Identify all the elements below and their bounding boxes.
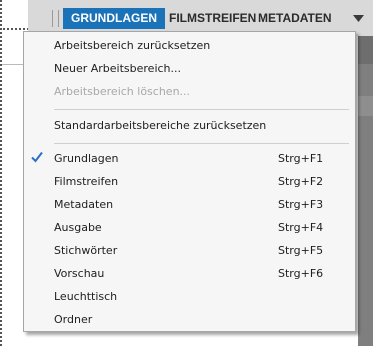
workspace-menu-button[interactable]	[348, 8, 368, 29]
menu-item-workspace-ausgabe[interactable]: Ausgabe	[54, 220, 102, 236]
shortcut-label: Strg+F5	[278, 244, 324, 257]
shortcut-label: Strg+F3	[278, 198, 324, 211]
checkmark-icon	[31, 151, 43, 163]
shortcut-label: Strg+F4	[278, 221, 324, 234]
triangle-down-icon	[352, 15, 364, 22]
menu-item-workspace-grundlagen[interactable]: Grundlagen	[54, 151, 119, 167]
tab-grundlagen[interactable]: GRUNDLAGEN	[63, 8, 165, 29]
shortcut-label: Strg+F2	[278, 175, 324, 188]
menu-separator	[54, 143, 349, 144]
menu-item-reset-workspace[interactable]: Arbeitsbereich zurücksetzen	[54, 38, 210, 54]
menu-item-reset-default-workspaces[interactable]: Standardarbeitsbereiche zurücksetzen	[54, 118, 266, 134]
shortcut-label: Strg+F6	[278, 267, 324, 280]
background-panel-line	[2, 64, 24, 65]
menu-item-new-workspace[interactable]: Neuer Arbeitsbereich...	[54, 61, 181, 77]
menu-item-workspace-stichwoerter[interactable]: Stichwörter	[54, 243, 117, 259]
background-panel-strip	[358, 36, 373, 346]
menu-item-delete-workspace: Arbeitsbereich löschen...	[54, 85, 191, 98]
drag-grip-icon[interactable]	[52, 10, 59, 27]
selection-marquee-edge	[0, 0, 2, 346]
workspace-dropdown-menu: Arbeitsbereich zurücksetzen Neuer Arbeit…	[23, 31, 356, 332]
menu-separator	[54, 109, 349, 110]
menu-item-workspace-metadaten[interactable]: Metadaten	[54, 197, 113, 213]
shortcut-label: Strg+F1	[278, 152, 324, 165]
background-panel-block	[358, 96, 373, 116]
menu-item-workspace-ordner[interactable]: Ordner	[54, 312, 92, 328]
menu-item-workspace-filmstreifen[interactable]: Filmstreifen	[54, 174, 118, 190]
menu-item-workspace-vorschau[interactable]: Vorschau	[54, 266, 104, 282]
tab-filmstreifen[interactable]: FILMSTREIFEN	[169, 8, 256, 29]
menu-item-workspace-leuchttisch[interactable]: Leuchttisch	[54, 289, 117, 305]
screen: GRUNDLAGEN FILMSTREIFEN METADATEN Arbeit…	[0, 0, 373, 346]
background-panel-block	[358, 36, 373, 64]
tab-metadaten[interactable]: METADATEN	[258, 8, 332, 29]
